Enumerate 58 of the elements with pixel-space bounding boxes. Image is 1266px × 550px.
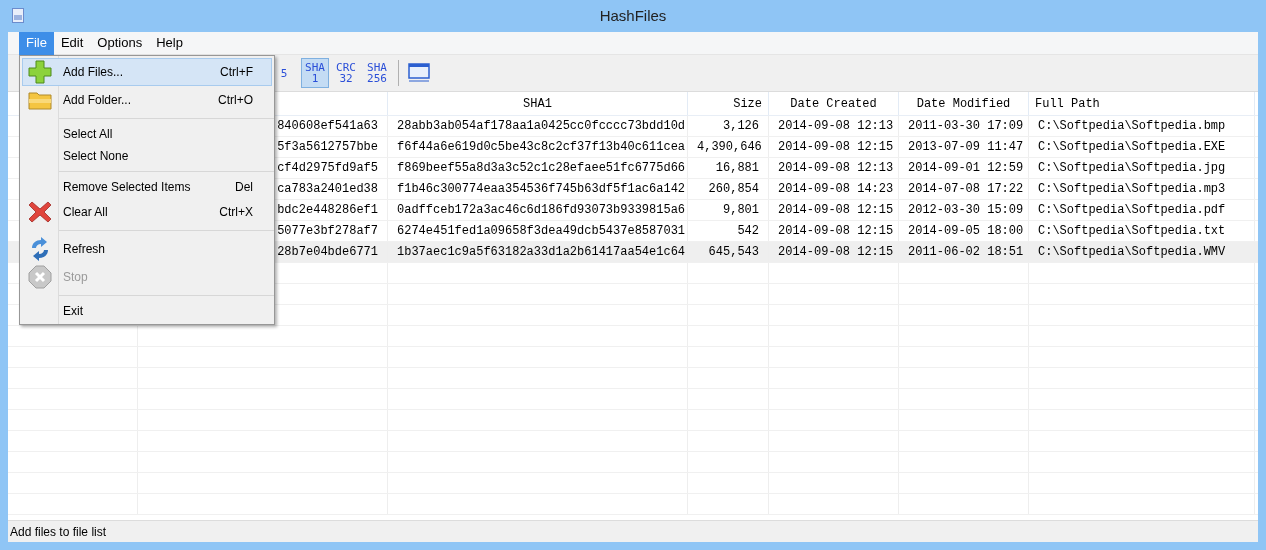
table-cell: 2014-09-08 14:23 <box>769 179 899 199</box>
table-cell: 6274e451fed1a09658f3dea49dcb5437e8587031 <box>388 221 688 241</box>
table-cell: 2011-03-30 17:09 <box>899 116 1029 136</box>
table-cell: f869beef55a8d3a3c52c1c28efaee51fc6775d66 <box>388 158 688 178</box>
table-cell: 260,854 <box>688 179 769 199</box>
app-icon <box>12 8 24 23</box>
status-text: Add files to file list <box>10 523 107 541</box>
hash-button[interactable]: CRC 32 <box>332 58 360 88</box>
table-cell: 2014-09-08 12:13 <box>769 158 899 178</box>
menu-entry[interactable]: Exit <box>22 300 272 322</box>
table-cell: C:\Softpedia\Softpedia.pdf <box>1029 200 1255 220</box>
table-cell: 2014-09-08 12:15 <box>769 221 899 241</box>
column-header[interactable]: SHA1 <box>388 92 688 115</box>
folder-icon <box>28 90 52 110</box>
table-cell: 2014-07-08 17:22 <box>899 179 1029 199</box>
table-cell: 16,881 <box>688 158 769 178</box>
plus-icon <box>28 60 52 84</box>
hash-button[interactable]: SHA 256 <box>363 58 391 88</box>
table-cell: f6f44a6e619d0c5be43c8c2cf37f13b40c611cea <box>388 137 688 157</box>
table-cell: 1b37aec1c9a5f63182a33d1a2b61417aa54e1c64 <box>388 242 688 262</box>
column-header[interactable]: Date Modified <box>899 92 1029 115</box>
menu-item[interactable]: Help <box>149 31 190 55</box>
column-header[interactable]: Size <box>688 92 769 115</box>
menu-item[interactable]: Options <box>90 31 150 55</box>
table-cell: C:\Softpedia\Softpedia.bmp <box>1029 116 1255 136</box>
table-cell: 2014-09-08 12:15 <box>769 200 899 220</box>
window-title: HashFiles <box>599 5 667 26</box>
table-cell: 4,390,646 <box>688 137 769 157</box>
hash-button[interactable]: SHA 1 <box>301 58 329 88</box>
table-cell: C:\Softpedia\Softpedia.EXE <box>1029 137 1255 157</box>
table-cell: 2014-09-05 18:00 <box>899 221 1029 241</box>
menu-entry[interactable]: Add Folder... Ctrl+O <box>22 86 272 114</box>
table-cell: 542 <box>688 221 769 241</box>
table-cell: C:\Softpedia\Softpedia.txt <box>1029 221 1255 241</box>
close-icon <box>28 200 52 224</box>
table-cell: 3,126 <box>688 116 769 136</box>
table-cell: 2014-09-08 12:13 <box>769 116 899 136</box>
column-header[interactable]: Date Created <box>769 92 899 115</box>
table-cell: C:\Softpedia\Softpedia.jpg <box>1029 158 1255 178</box>
menu-entry[interactable]: Add Files... Ctrl+F <box>22 58 272 86</box>
table-cell: 2014-09-01 12:59 <box>899 158 1029 178</box>
hash-button[interactable]: 5 <box>270 58 298 88</box>
table-cell: 9,801 <box>688 200 769 220</box>
stop-icon <box>28 265 52 289</box>
table-cell: 645,543 <box>688 242 769 262</box>
table-cell: 2011-06-02 18:51 <box>899 242 1029 262</box>
table-cell: 28abb3ab054af178aa1a0425cc0fcccc73bdd10d <box>388 116 688 136</box>
table-cell: C:\Softpedia\Softpedia.WMV <box>1029 242 1255 262</box>
window-icon <box>408 63 430 83</box>
table-cell: f1b46c300774eaa354536f745b63df5f1ac6a142 <box>388 179 688 199</box>
table-cell: 2014-09-08 12:15 <box>769 137 899 157</box>
menu-item[interactable]: Edit <box>53 31 91 55</box>
table-cell: 0adffceb172a3ac46c6d186fd93073b9339815a6 <box>388 200 688 220</box>
column-header[interactable]: Full Path <box>1029 92 1255 115</box>
table-cell: 2012-03-30 15:09 <box>899 200 1029 220</box>
table-cell: 2014-09-08 12:15 <box>769 242 899 262</box>
table-cell: C:\Softpedia\Softpedia.mp3 <box>1029 179 1255 199</box>
table-cell: 2013-07-09 11:47 <box>899 137 1029 157</box>
